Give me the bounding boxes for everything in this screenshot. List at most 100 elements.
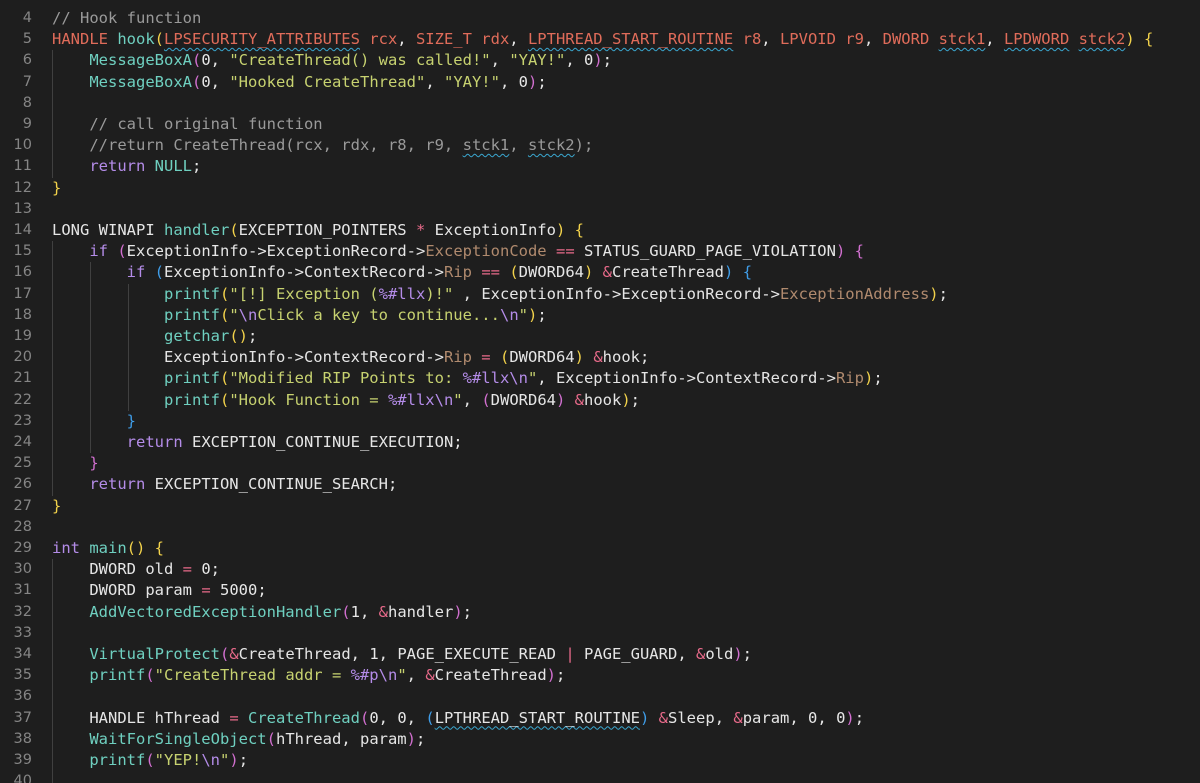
line-number: 38 [13,730,32,747]
code-line[interactable]: 9 // call original function [0,114,1200,135]
code-token: ( [117,242,127,261]
line-number: 33 [13,624,32,641]
code-token: , [378,708,398,727]
code-token: ( [509,263,519,282]
code-token: & [583,348,603,367]
code-line[interactable]: 8 [0,93,1200,114]
code-token: printf [89,666,146,685]
code-token: ) [1125,30,1135,49]
line-number: 23 [13,412,32,429]
code-line[interactable]: 24 return EXCEPTION_CONTINUE_EXECUTION; [0,432,1200,453]
code-line[interactable]: 28 [0,517,1200,538]
code-line[interactable]: 26 return EXCEPTION_CONTINUE_SEARCH; [0,474,1200,495]
code-token: ContextRecord [695,369,818,388]
code-line[interactable]: 16 if (ExceptionInfo->ContextRecord->Rip… [0,262,1200,283]
code-token: \n [499,305,519,324]
code-token: ExceptionRecord [621,284,762,303]
code-line[interactable]: 14 LONG WINAPI handler(EXCEPTION_POINTERS… [0,220,1200,241]
code-token: ) [229,751,239,769]
code-line[interactable]: 37 HANDLE hThread = CreateThread(0, 0, (… [0,708,1200,729]
code-token: \n [238,305,258,324]
code-line[interactable]: 10 //return CreateThread(rcx, rdx, r8, r… [0,135,1200,156]
code-line[interactable]: 34 VirtualProtect(&CreateThread, 1, PAGE… [0,644,1200,665]
code-token: hThread [275,729,342,748]
code-token: return [89,157,155,176]
code-line[interactable]: 17 printf("[!] Exception (%#llx)!" , Exc… [0,284,1200,305]
code-token: EXCEPTION_CONTINUE_EXECUTION [191,433,454,451]
code-token: , [817,708,837,727]
code-token: () [229,327,248,345]
code-line[interactable]: 31 DWORD param = 5000; [0,580,1200,601]
code-line[interactable]: 32 AddVectoredExceptionHandler(1, &handl… [0,602,1200,623]
code-token: DWORD param [52,581,192,600]
code-token: %#p\n [350,666,398,685]
code-token: ; [387,475,398,494]
code-token: ( [266,729,276,748]
code-line[interactable]: 30 DWORD old = 0; [0,559,1200,580]
code-token: ; [938,284,948,303]
code-line[interactable]: 4 // Hook function [0,8,1200,29]
code-token: ); [574,136,594,155]
indent-guide [128,283,129,411]
line-number: 31 [13,582,32,599]
line-number: 28 [13,518,32,535]
code-line[interactable]: 25 } [0,453,1200,474]
code-token: ; [191,157,202,176]
code-token: // Hook function [52,9,202,27]
code-token: ) [929,284,939,303]
code-token: -> [285,263,304,282]
code-token: Click a key to continue... [257,305,500,324]
code-line[interactable]: 11 return NULL; [0,156,1200,177]
code-text: } [52,411,136,432]
code-token: , [397,30,416,49]
code-line[interactable]: 29 int main() { [0,538,1200,559]
code-token: LPTHREAD_START_ROUTINE [527,30,734,49]
code-line[interactable]: 12} [0,178,1200,199]
code-line[interactable]: 5 HANDLE hook(LPSECURITY_ATTRIBUTES rcx, … [0,29,1200,50]
code-token: , [210,72,230,91]
code-line[interactable]: 19 getchar(); [0,326,1200,347]
code-token: "CreateThread() was called!" [229,51,491,70]
line-number: 21 [13,370,32,387]
code-token: stck1 [462,136,510,155]
code-token: ( [219,369,230,388]
code-line[interactable]: 23 } [0,411,1200,432]
line-number: 22 [13,391,32,408]
code-token: %#llx\n [462,369,528,388]
code-token: rcx [359,30,398,49]
code-line[interactable]: 36 [0,686,1200,707]
code-token: STATUS_GUARD_PAGE_VIOLATION [583,242,836,261]
code-line[interactable]: 15 if (ExceptionInfo->ExceptionRecord->E… [0,241,1200,262]
code-token: 0 [518,72,528,91]
code-token: ( [341,602,351,621]
code-token: ( [219,390,230,409]
code-token: LPSECURITY_ATTRIBUTES [164,30,360,49]
code-token: ExceptionInfo [481,284,603,303]
code-line[interactable]: 13 [0,199,1200,220]
code-token: } [52,496,62,515]
code-token: PAGE_GUARD [583,645,678,663]
code-text: printf("Hook Function = %#llx\n", (DWORD… [52,390,640,411]
code-line[interactable]: 38 WaitForSingleObject(hThread, param); [0,729,1200,750]
code-token: " [229,305,239,324]
code-line[interactable]: 27} [0,496,1200,517]
code-token: hook [117,30,155,49]
code-line[interactable]: 22 printf("Hook Function = %#llx\n", (DW… [0,390,1200,411]
code-line[interactable]: 40 [0,771,1200,783]
code-line[interactable]: 7 MessageBoxA(0, "Hooked CreateThread", … [0,72,1200,93]
code-line[interactable]: 21 printf("Modified RIP Points to: %#llx… [0,368,1200,389]
code-line[interactable]: 33 [0,623,1200,644]
code-line[interactable]: 6 MessageBoxA(0, "CreateThread() was cal… [0,50,1200,71]
code-token: handler [388,602,454,621]
code-editor[interactable]: 4// Hook function 5 HANDLE hook(LPSECURITY… [0,0,1200,783]
code-token: ( [219,305,230,324]
code-line[interactable]: 39 printf("YEP!\n"); [0,750,1200,771]
code-line[interactable]: 35 printf("CreateThread addr = %#p\n", &… [0,665,1200,686]
code-token: ( [359,708,370,727]
code-line[interactable]: 20 ExceptionInfo->ContextRecord->Rip = (… [0,347,1200,368]
code-line[interactable]: 18 printf("\nClick a key to continue...\… [0,305,1200,326]
code-token: & [733,708,743,727]
